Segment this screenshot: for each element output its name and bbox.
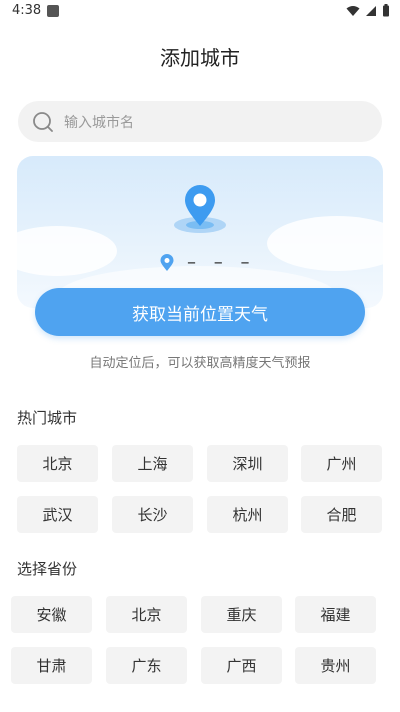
cloud-decoration [17,226,117,276]
province-chip[interactable]: 广东 [106,647,187,684]
search-input[interactable]: 输入城市名 [18,101,382,142]
location-dot-icon [160,253,174,271]
search-placeholder: 输入城市名 [64,115,134,131]
battery-icon [383,4,389,17]
province-chip[interactable]: 北京 [106,596,187,633]
hot-city-chip[interactable]: 广州 [301,445,382,482]
province-chip[interactable]: 甘肃 [11,647,92,684]
hot-city-chip[interactable]: 北京 [17,445,98,482]
province-chip[interactable]: 贵州 [295,647,376,684]
hot-city-chip[interactable]: 长沙 [112,496,193,533]
hot-city-chip[interactable]: 武汉 [17,496,98,533]
signal-icon [366,5,376,16]
hot-cities-title: 热门城市 [17,409,78,427]
search-icon [33,112,53,132]
hot-city-chip[interactable]: 合肥 [301,496,382,533]
map-pin-icon [174,185,226,233]
hot-city-chip[interactable]: 深圳 [207,445,288,482]
province-chip[interactable]: 福建 [295,596,376,633]
location-card: – – – [17,156,383,308]
status-icons [346,4,390,17]
get-location-weather-button[interactable]: 获取当前位置天气 [35,288,365,336]
province-chip[interactable]: 广西 [201,647,282,684]
province-chip[interactable]: 重庆 [201,596,282,633]
status-bar: 4:38 [0,0,400,24]
notification-icon [47,5,59,17]
provinces-title: 选择省份 [17,560,78,578]
page-title: 添加城市 [160,46,240,70]
hot-city-chip[interactable]: 上海 [112,445,193,482]
province-chip[interactable]: 安徽 [11,596,92,633]
wifi-icon [346,5,360,16]
hot-city-chip[interactable]: 杭州 [207,496,288,533]
locate-hint: 自动定位后，可以获取高精度天气预报 [89,356,311,371]
current-location-value: – – – [187,252,256,273]
current-location-row: – – – [159,252,255,273]
cloud-decoration [267,216,383,271]
status-time: 4:38 [12,3,42,18]
